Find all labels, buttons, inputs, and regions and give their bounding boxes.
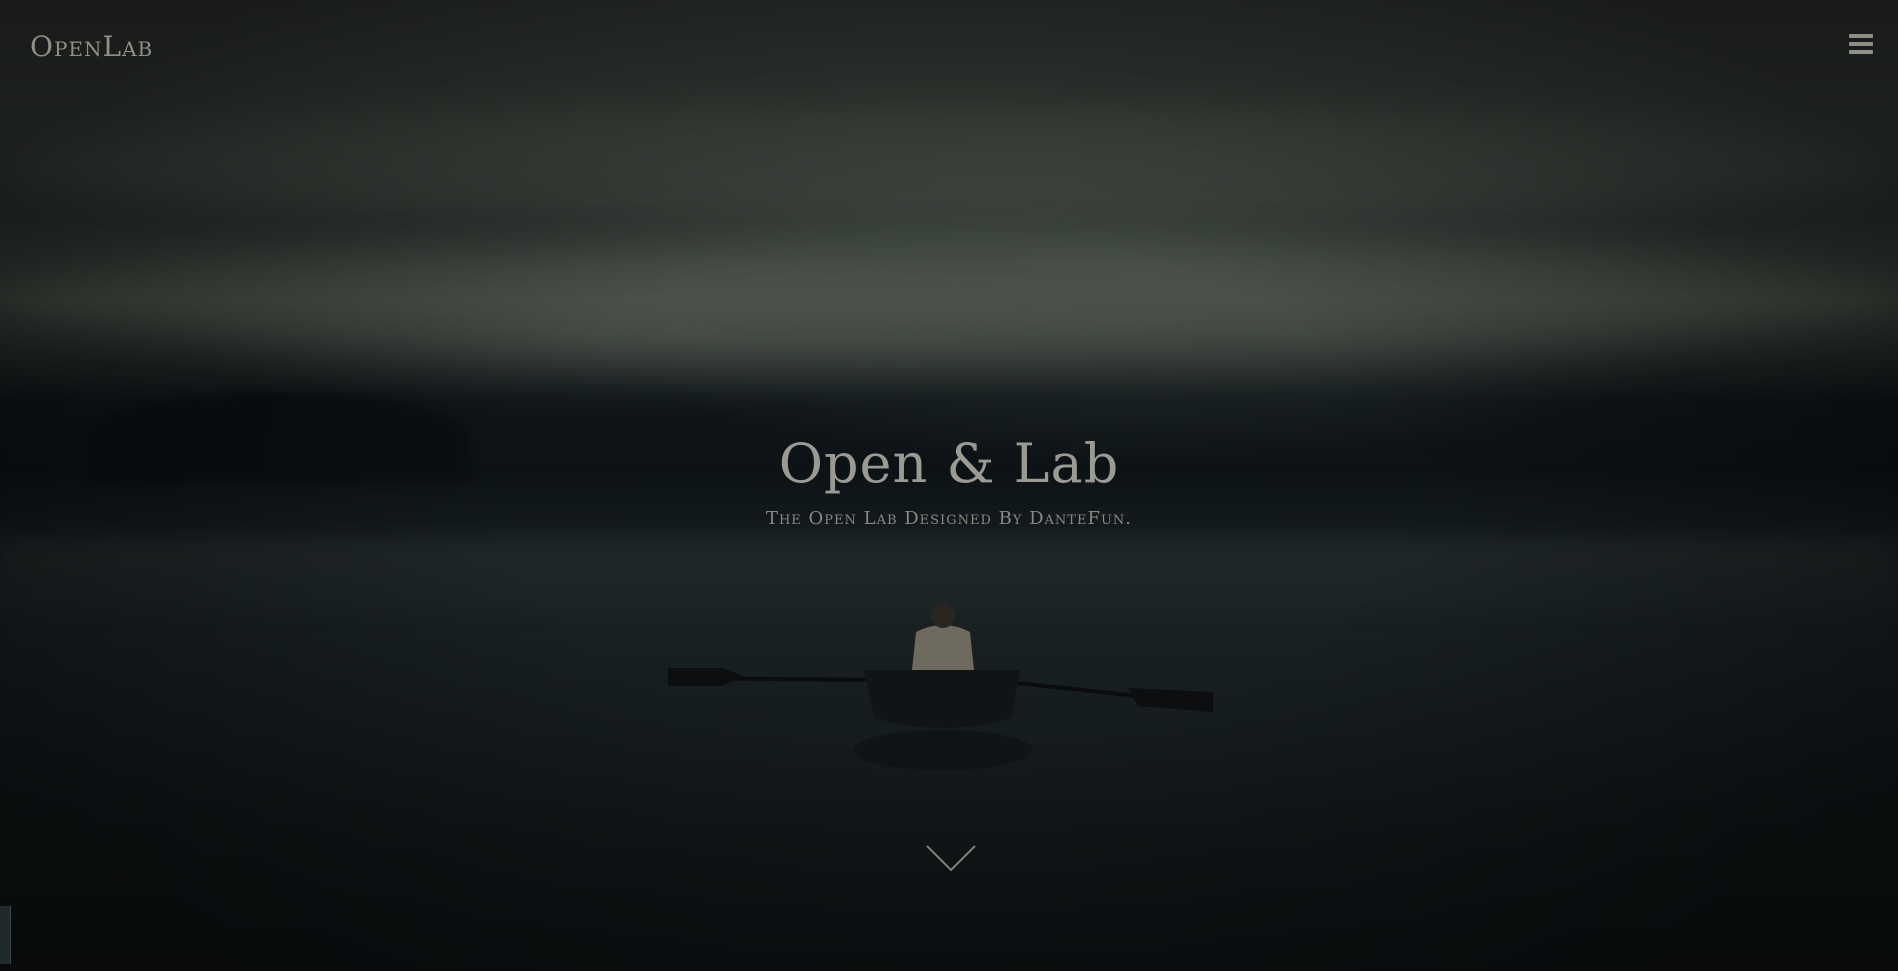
side-widget[interactable] [0,906,11,964]
chevron-down-icon[interactable] [926,844,976,874]
hero-title: Open & Lab [778,432,1120,495]
hamburger-menu-icon[interactable] [1849,34,1873,54]
hero-subtitle: The Open Lab Designed By DanteFun. [765,508,1133,529]
hero-section: OpenLab Open & Lab The Open Lab Designed… [0,0,1898,971]
site-logo[interactable]: OpenLab [30,30,153,63]
